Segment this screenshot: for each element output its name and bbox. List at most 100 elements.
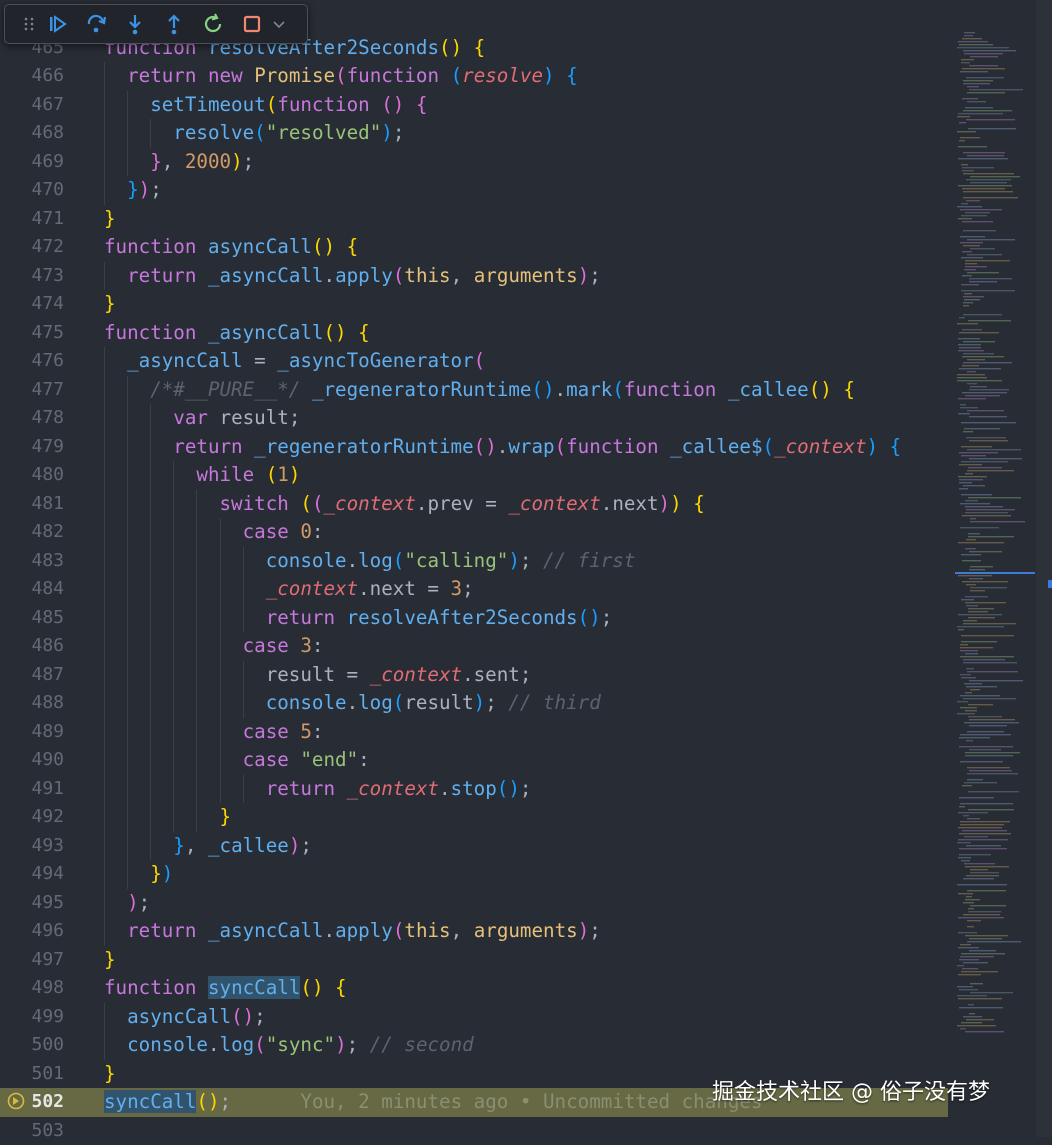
code-text[interactable]: console.log("calling"); // first — [266, 547, 636, 576]
code-text[interactable]: ); — [127, 889, 150, 918]
code-text[interactable]: var result; — [173, 404, 300, 433]
line-number[interactable]: 497 — [0, 946, 64, 975]
code-text[interactable]: function _asyncCall() { — [104, 319, 370, 348]
code-text[interactable]: case 5: — [243, 718, 324, 747]
line-number[interactable]: 469 — [0, 148, 64, 177]
line-number[interactable]: 480 — [0, 461, 64, 490]
line-number[interactable]: 476 — [0, 347, 64, 376]
code-text[interactable]: return new Promise(function (resolve) { — [127, 62, 578, 91]
minimap[interactable] — [955, 32, 1035, 1042]
code-line[interactable]: 479return _regeneratorRuntime().wrap(fun… — [0, 433, 955, 462]
code-text[interactable]: }, _callee); — [173, 832, 312, 861]
line-number[interactable]: 473 — [0, 262, 64, 291]
step-over-icon[interactable] — [84, 12, 108, 36]
code-line[interactable]: 494}) — [0, 860, 955, 889]
code-line[interactable]: 482case 0: — [0, 518, 955, 547]
code-line[interactable]: 480 while (1) — [0, 461, 955, 490]
code-line[interactable]: 481switch ((_context.prev = _context.nex… — [0, 490, 955, 519]
line-number[interactable]: 500 — [0, 1031, 64, 1060]
code-line[interactable]: 498function syncCall() { — [0, 974, 955, 1003]
code-text[interactable]: } — [104, 290, 116, 319]
code-line[interactable]: 492} — [0, 803, 955, 832]
line-number[interactable]: 487 — [0, 661, 64, 690]
code-text[interactable]: } — [220, 803, 232, 832]
line-number[interactable]: 470 — [0, 176, 64, 205]
line-number[interactable]: 491 — [0, 775, 64, 804]
line-number[interactable]: 477 — [0, 376, 64, 405]
code-line[interactable]: 495); — [0, 889, 955, 918]
line-number[interactable]: 501 — [0, 1060, 64, 1089]
code-text[interactable]: function syncCall() { — [104, 974, 347, 1003]
line-number[interactable]: 478 — [0, 404, 64, 433]
code-text[interactable]: resolve("resolved"); — [173, 119, 404, 148]
code-line[interactable]: 478 var result; — [0, 404, 955, 433]
line-number[interactable]: 474 — [0, 290, 64, 319]
line-number[interactable]: 482 — [0, 518, 64, 547]
code-line[interactable]: 493 }, _callee); — [0, 832, 955, 861]
line-number[interactable]: 468 — [0, 119, 64, 148]
code-text[interactable]: }); — [127, 176, 162, 205]
code-line[interactable]: 467 setTimeout(function () { — [0, 91, 955, 120]
code-text[interactable]: setTimeout(function () { — [150, 91, 427, 120]
code-text[interactable]: asyncCall(); — [127, 1003, 266, 1032]
line-number[interactable]: 466 — [0, 62, 64, 91]
line-number[interactable]: 483 — [0, 547, 64, 576]
code-text[interactable]: function asyncCall() { — [104, 233, 358, 262]
code-line[interactable]: 487 result = _context.sent; — [0, 661, 955, 690]
code-line[interactable]: 476 _asyncCall = _asyncToGenerator( — [0, 347, 955, 376]
continue-icon[interactable] — [45, 12, 69, 36]
line-number[interactable]: 495 — [0, 889, 64, 918]
line-number[interactable]: 475 — [0, 319, 64, 348]
code-line[interactable]: 489 case 5: — [0, 718, 955, 747]
code-line[interactable]: 488 console.log(result); // third — [0, 689, 955, 718]
line-number[interactable]: 467 — [0, 91, 64, 120]
line-number[interactable]: 488 — [0, 689, 64, 718]
code-text[interactable]: case "end": — [243, 746, 370, 775]
code-text[interactable]: return _asyncCall.apply(this, arguments)… — [127, 917, 601, 946]
line-number[interactable]: 484 — [0, 575, 64, 604]
line-number[interactable]: 499 — [0, 1003, 64, 1032]
line-number[interactable]: 493 — [0, 832, 64, 861]
code-line[interactable]: 486 case 3: — [0, 632, 955, 661]
code-line[interactable]: 477 /*#__PURE__*/ _regeneratorRuntime().m… — [0, 376, 955, 405]
code-text[interactable]: while (1) — [196, 461, 300, 490]
code-line[interactable]: 499 asyncCall(); — [0, 1003, 955, 1032]
code-line[interactable]: 490 case "end": — [0, 746, 955, 775]
line-number[interactable]: 486 — [0, 632, 64, 661]
code-line[interactable]: 483 console.log("calling"); // first — [0, 547, 955, 576]
code-line[interactable]: 472 function asyncCall() { — [0, 233, 955, 262]
vertical-scrollbar[interactable] — [1036, 0, 1052, 1137]
line-number[interactable]: 490 — [0, 746, 64, 775]
code-line[interactable]: 491 return _context.stop(); — [0, 775, 955, 804]
line-number[interactable]: 492 — [0, 803, 64, 832]
code-line[interactable]: 470}); — [0, 176, 955, 205]
line-number[interactable]: 485 — [0, 604, 64, 633]
code-text[interactable]: }, 2000); — [150, 148, 254, 177]
code-text[interactable]: }) — [150, 860, 173, 889]
code-text[interactable]: _asyncCall = _asyncToGenerator( — [127, 347, 485, 376]
line-number[interactable]: 471 — [0, 205, 64, 234]
breakpoint-current-icon[interactable] — [7, 1092, 25, 1110]
line-number[interactable]: 472 — [0, 233, 64, 262]
code-line[interactable]: 475 function _asyncCall() { — [0, 319, 955, 348]
line-number[interactable]: 503 — [0, 1117, 64, 1145]
code-text[interactable]: return _regeneratorRuntime().wrap(functi… — [173, 433, 901, 462]
code-text[interactable]: /*#__PURE__*/ _regeneratorRuntime().mark… — [150, 376, 855, 405]
restart-icon[interactable] — [201, 12, 225, 36]
drag-handle-icon[interactable] — [17, 12, 41, 36]
code-line[interactable]: 474} — [0, 290, 955, 319]
code-text[interactable]: result = _context.sent; — [266, 661, 532, 690]
code-editor[interactable]: 465function resolveAfter2Seconds() {466r… — [0, 0, 1052, 1137]
code-line[interactable]: 471} — [0, 205, 955, 234]
code-text[interactable]: return _context.stop(); — [266, 775, 532, 804]
stop-icon[interactable] — [240, 12, 264, 36]
line-number[interactable]: 496 — [0, 917, 64, 946]
code-text[interactable]: console.log(result); // third — [266, 689, 601, 718]
code-line[interactable]: 497} — [0, 946, 955, 975]
code-text[interactable]: syncCall(); You, 2 minutes ago • Uncommi… — [104, 1088, 762, 1117]
code-line[interactable]: 484_context.next = 3; — [0, 575, 955, 604]
code-text[interactable]: case 3: — [243, 632, 324, 661]
line-number[interactable]: 489 — [0, 718, 64, 747]
line-number[interactable]: 494 — [0, 860, 64, 889]
step-out-icon[interactable] — [162, 12, 186, 36]
